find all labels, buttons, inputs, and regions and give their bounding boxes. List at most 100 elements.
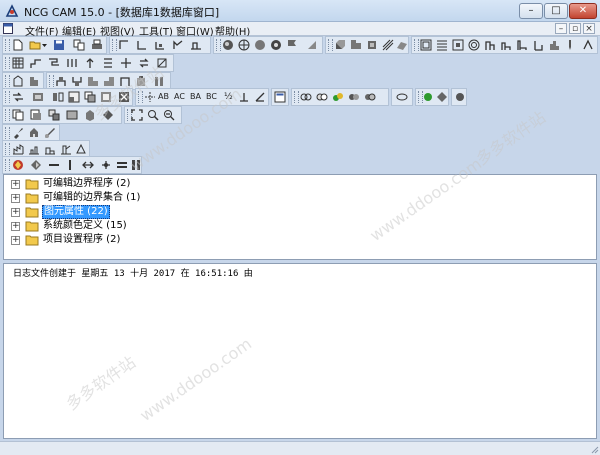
toolbar-grip[interactable] [5, 159, 10, 171]
distance-ba-button[interactable]: BA [190, 91, 201, 103]
toolpath-lift-icon[interactable] [84, 57, 96, 69]
simulate-green-icon[interactable] [422, 91, 434, 103]
select-level-icon[interactable] [154, 39, 166, 51]
toolbar-grip[interactable] [5, 127, 10, 139]
solid-stack-icon[interactable] [48, 109, 60, 121]
render-shaded-icon[interactable] [348, 91, 360, 103]
toolpath-limit-icon[interactable] [156, 57, 168, 69]
log-panel[interactable]: 日志文件创建于 星期五 13 十月 2017 在 16:51:16 由 [3, 263, 597, 439]
toolbar-grip[interactable] [5, 39, 10, 51]
toolbar-grip[interactable] [328, 39, 333, 51]
sim-step-back-icon[interactable] [48, 159, 60, 171]
output-nc-icon[interactable] [12, 143, 24, 155]
select-all-icon[interactable] [190, 39, 202, 51]
select-chain-icon[interactable] [172, 39, 184, 51]
render-hidden-icon[interactable] [316, 91, 328, 103]
toolbar-grip[interactable] [414, 39, 419, 51]
sim-home-icon[interactable] [12, 159, 24, 171]
pencil-finish-icon[interactable] [532, 39, 544, 51]
open-folder-icon[interactable] [29, 39, 41, 51]
sim-play-icon[interactable] [100, 159, 112, 171]
tree-item-label[interactable]: 系统颜色定义 (15) [42, 219, 128, 233]
wire-view-icon[interactable] [238, 39, 250, 51]
sphere-icon[interactable] [254, 39, 266, 51]
shaded-view-icon[interactable] [222, 39, 234, 51]
view-top-icon[interactable] [55, 75, 67, 87]
raster-icon[interactable] [436, 39, 448, 51]
view-front-icon[interactable] [28, 75, 40, 87]
output-setup-icon[interactable] [75, 143, 87, 155]
tree-expander[interactable]: + [11, 236, 20, 245]
toolpath-grid-icon[interactable] [12, 57, 24, 69]
view-bottom-icon[interactable] [71, 75, 83, 87]
gear-solid-icon[interactable] [270, 39, 282, 51]
toolpath-reverse-icon[interactable] [138, 57, 150, 69]
engrave-icon[interactable] [582, 39, 594, 51]
solid-paste-icon[interactable] [30, 109, 42, 121]
delete-geometry-icon[interactable] [118, 91, 130, 103]
select-cross-icon[interactable] [136, 39, 148, 51]
drill-icon[interactable] [564, 39, 576, 51]
toolbar-grip[interactable] [5, 91, 10, 103]
move-icon[interactable] [12, 91, 24, 103]
boundary-icon[interactable] [350, 39, 362, 51]
machine-cutter-icon[interactable] [44, 127, 56, 139]
select-window-icon[interactable] [118, 39, 130, 51]
toolpath-step-icon[interactable] [30, 57, 42, 69]
machine-holder-icon[interactable] [28, 127, 40, 139]
copy-geometry-icon[interactable] [84, 91, 96, 103]
tree-expander[interactable]: + [11, 222, 20, 231]
tree-item-editable-boundary-program[interactable]: + 可编辑边界程序 (2) [4, 177, 304, 191]
angle-icon[interactable] [254, 91, 266, 103]
view-back-icon[interactable] [119, 75, 131, 87]
tree-expander[interactable]: + [11, 180, 20, 189]
tree-item-project-settings[interactable]: + 项目设置程序 (2) [4, 233, 304, 247]
view-left-icon[interactable] [87, 75, 99, 87]
area-clear-icon[interactable] [420, 39, 432, 51]
ncg-app-icon[interactable] [5, 4, 19, 18]
toolbar-grip[interactable] [5, 143, 10, 155]
view-side-icon[interactable] [135, 75, 147, 87]
output-report-icon[interactable] [60, 143, 72, 155]
sim-step-forward-icon[interactable] [82, 159, 94, 171]
zoom-fit-icon[interactable] [131, 109, 143, 121]
toolbar-grip[interactable] [5, 57, 10, 69]
toolbar-grip[interactable] [112, 39, 117, 51]
point-analysis-icon[interactable] [144, 91, 156, 103]
midpoint-button[interactable]: ½ [224, 91, 233, 103]
z-level-icon[interactable] [484, 39, 496, 51]
distance-ac-button[interactable]: AC [174, 91, 185, 103]
document-window-icon[interactable] [3, 23, 13, 34]
minimize-button[interactable]: – [519, 3, 543, 19]
rest-finish-icon[interactable] [548, 39, 560, 51]
toolpath-trim-icon[interactable] [48, 57, 60, 69]
print-icon[interactable] [91, 39, 103, 51]
mdi-restore-button[interactable]: ▫ [569, 23, 581, 34]
output-post-icon[interactable] [28, 143, 40, 155]
distance-ab-button[interactable]: AB [158, 91, 169, 103]
sim-pause-icon[interactable] [64, 159, 76, 171]
tree-item-label[interactable]: 项目设置程序 (2) [42, 233, 121, 247]
zoom-in-icon[interactable] [147, 109, 159, 121]
resize-grip-icon[interactable] [589, 444, 599, 454]
save-icon[interactable] [53, 39, 65, 51]
tree-expander[interactable]: + [11, 194, 20, 203]
tree-item-label[interactable]: 可编辑边界程序 (2) [42, 177, 131, 191]
zoom-out-icon[interactable] [163, 109, 175, 121]
surface-icon[interactable] [396, 39, 408, 51]
toolbar-grip[interactable] [49, 75, 54, 87]
database-tree[interactable]: + 可编辑边界程序 (2) + 可编辑的边界集合 (1) + 图元属性 (22)… [3, 174, 597, 260]
toolbar-grip[interactable] [138, 91, 143, 103]
pattern-icon[interactable] [382, 39, 394, 51]
tree-item-element-attributes[interactable]: + 图元属性 (22) [4, 205, 304, 219]
toolpath-split-icon[interactable] [120, 57, 132, 69]
tree-item-label-selected[interactable]: 图元属性 (22) [42, 205, 110, 219]
view-iso-icon[interactable] [12, 75, 24, 87]
tree-item-editable-boundary-set[interactable]: + 可编辑的边界集合 (1) [4, 191, 304, 205]
tree-item-label[interactable]: 可编辑的边界集合 (1) [42, 191, 141, 205]
solid-copy-icon[interactable] [12, 109, 24, 121]
machine-tool-icon[interactable] [12, 127, 24, 139]
sim-stop-icon[interactable] [130, 159, 142, 171]
scale-icon[interactable] [68, 91, 80, 103]
rotate-icon[interactable] [32, 91, 44, 103]
